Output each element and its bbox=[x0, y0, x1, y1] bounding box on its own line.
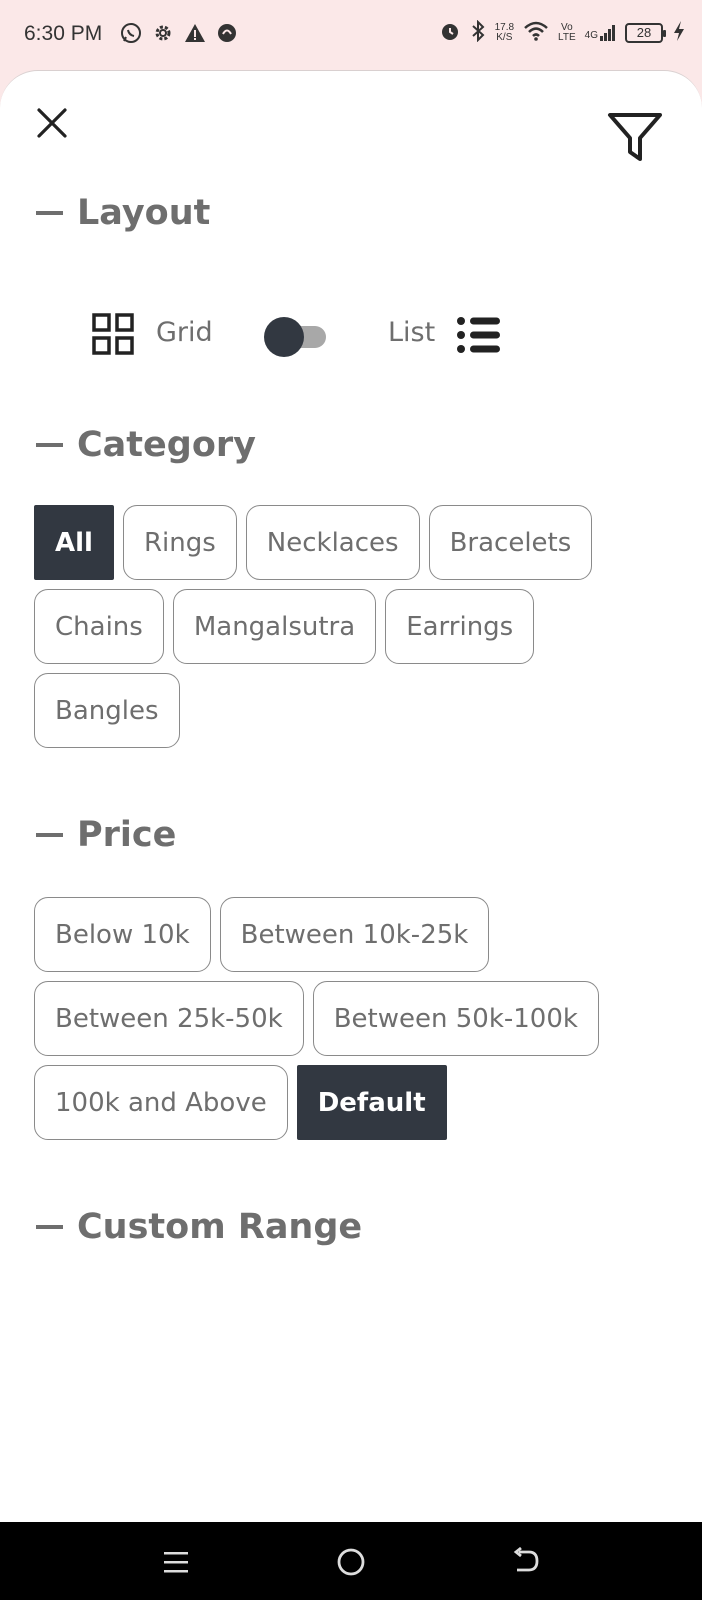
recent-apps-button[interactable] bbox=[154, 1540, 198, 1584]
price-chip-between-25k-50k[interactable]: Between 25k-50k bbox=[34, 981, 304, 1056]
category-chip-mangalsutra[interactable]: Mangalsutra bbox=[172, 589, 377, 664]
toggle-knob bbox=[264, 317, 304, 357]
charging-icon bbox=[672, 20, 686, 46]
warning-icon bbox=[184, 22, 206, 48]
status-right-icons: 17.8 K/S Vo LTE 4G 28 bbox=[439, 19, 686, 46]
custom-range-title: Custom Range bbox=[77, 1207, 363, 1247]
back-button[interactable] bbox=[504, 1540, 548, 1584]
layout-switch-row: Grid List bbox=[92, 313, 512, 357]
back-icon bbox=[513, 1547, 539, 1572]
wifi-icon bbox=[523, 20, 549, 46]
status-left-icons bbox=[120, 22, 238, 48]
alarm-icon bbox=[439, 20, 461, 46]
layout-section-title: Layout bbox=[36, 193, 210, 233]
filter-button[interactable] bbox=[606, 109, 664, 165]
price-chip-group: Below 10k Between 10k-25k Between 25k-50k B… bbox=[34, 897, 674, 1140]
layout-toggle[interactable] bbox=[264, 317, 328, 357]
signal-icon: 4G bbox=[585, 25, 616, 41]
price-chip-between-50k-100k[interactable]: Between 50k-100k bbox=[312, 981, 599, 1056]
close-icon bbox=[37, 108, 67, 138]
category-chip-bracelets[interactable]: Bracelets bbox=[428, 505, 593, 580]
home-circle-icon bbox=[337, 1548, 365, 1576]
list-icon bbox=[457, 317, 500, 353]
category-chip-group: All Rings Necklaces Bracelets Chains Mangalsu… bbox=[34, 505, 674, 748]
category-chip-necklaces[interactable]: Necklaces bbox=[245, 505, 420, 580]
bluetooth-icon bbox=[470, 19, 486, 46]
filter-sheet: Layout Grid List Category All Rings Neckla… bbox=[0, 70, 702, 1522]
filter-icon bbox=[608, 113, 662, 161]
close-button[interactable] bbox=[32, 103, 72, 143]
battery-icon: 28 bbox=[625, 23, 666, 43]
category-chip-all[interactable]: All bbox=[34, 505, 114, 580]
net-speed: 17.8 K/S bbox=[495, 23, 514, 43]
net-speed-unit: K/S bbox=[496, 32, 513, 43]
volte-bottom: LTE bbox=[558, 32, 576, 43]
category-chip-rings[interactable]: Rings bbox=[122, 505, 237, 580]
signal-label: 4G bbox=[584, 30, 598, 41]
category-chip-bangles[interactable]: Bangles bbox=[34, 673, 180, 748]
navigation-bar bbox=[0, 1522, 702, 1600]
category-chip-chains[interactable]: Chains bbox=[34, 589, 164, 664]
category-section-title: Category bbox=[36, 425, 256, 465]
settings-icon bbox=[152, 22, 174, 48]
price-chip-default[interactable]: Default bbox=[296, 1065, 447, 1140]
collapse-dash-icon bbox=[36, 833, 63, 837]
status-bar: 6:30 PM 17.8 K/S Vo LTE 4G 28 bbox=[0, 0, 702, 70]
custom-range-section-title: Custom Range bbox=[36, 1207, 362, 1247]
category-chip-earrings[interactable]: Earrings bbox=[385, 589, 535, 664]
price-title: Price bbox=[77, 815, 177, 855]
price-chip-100k-and-above[interactable]: 100k and Above bbox=[34, 1065, 288, 1140]
status-time: 6:30 PM bbox=[24, 22, 103, 45]
category-title: Category bbox=[77, 425, 256, 465]
volte-indicator: Vo LTE bbox=[558, 23, 576, 43]
grid-icon bbox=[92, 313, 134, 355]
home-button[interactable] bbox=[329, 1540, 373, 1584]
price-chip-below-10k[interactable]: Below 10k bbox=[34, 897, 211, 972]
menu-icon bbox=[164, 1552, 188, 1573]
price-section-title: Price bbox=[36, 815, 176, 855]
collapse-dash-icon bbox=[36, 443, 63, 447]
list-label: List bbox=[388, 317, 436, 348]
grid-label: Grid bbox=[156, 317, 213, 348]
notification-icon bbox=[216, 22, 238, 48]
collapse-dash-icon bbox=[36, 211, 63, 215]
price-chip-between-10k-25k[interactable]: Between 10k-25k bbox=[219, 897, 490, 972]
collapse-dash-icon bbox=[36, 1225, 63, 1229]
whatsapp-icon bbox=[120, 22, 142, 48]
layout-title: Layout bbox=[77, 193, 211, 233]
